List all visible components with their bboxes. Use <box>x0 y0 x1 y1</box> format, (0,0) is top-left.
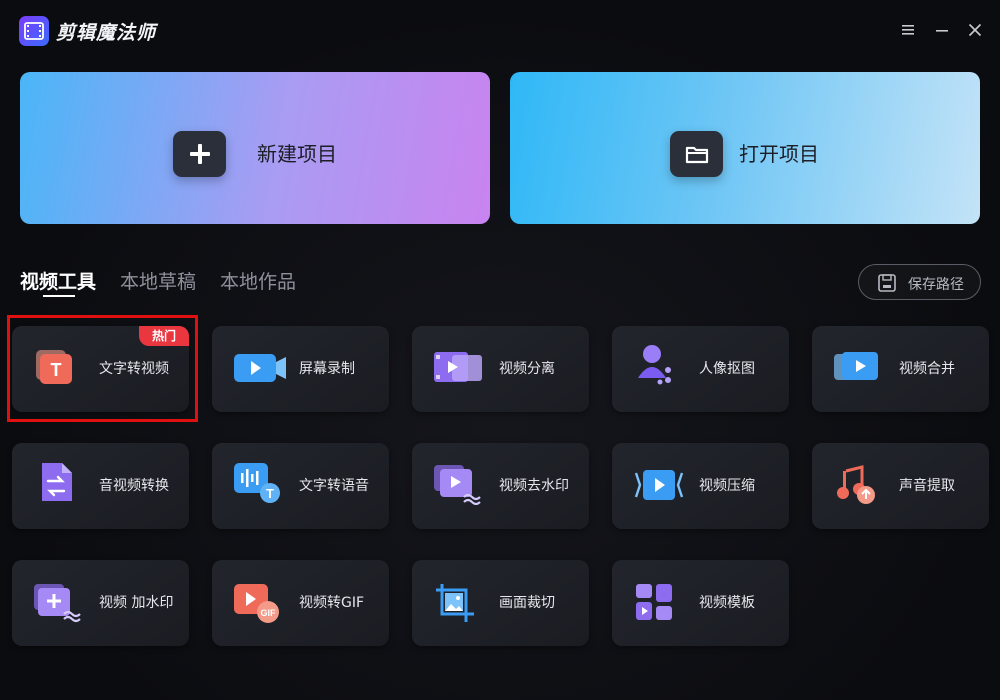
tool-label: 视频分离 <box>499 361 555 377</box>
tool-remove-watermark[interactable]: 视频去水印 <box>412 443 589 529</box>
tab-local-works[interactable]: 本地作品 <box>220 267 296 294</box>
menu-icon[interactable] <box>901 22 917 38</box>
tool-label: 视频压缩 <box>699 478 755 494</box>
app-logo-icon <box>19 16 49 46</box>
text-to-video-icon: T <box>34 348 78 388</box>
save-path-button[interactable]: 保存路径 <box>858 264 981 300</box>
new-project-button[interactable]: 新建项目 <box>20 72 490 224</box>
tool-text-to-speech[interactable]: T 文字转语音 <box>212 443 389 529</box>
tool-video-compress[interactable]: 视频压缩 <box>612 443 789 529</box>
tool-screen-record[interactable]: 屏幕录制 <box>212 326 389 412</box>
plus-icon <box>173 121 226 177</box>
new-project-label: 新建项目 <box>257 142 337 166</box>
video-to-gif-icon: GIF <box>234 582 279 623</box>
tool-video-split[interactable]: 视频分离 <box>412 326 589 412</box>
text-to-speech-icon: T <box>234 463 280 505</box>
active-tab-indicator <box>43 295 75 297</box>
folder-icon <box>670 121 723 177</box>
tool-label: 声音提取 <box>899 478 955 494</box>
tool-label: 音视频转换 <box>99 478 169 494</box>
tool-portrait-cutout[interactable]: 人像抠图 <box>612 326 789 412</box>
video-compress-icon <box>634 465 684 505</box>
av-convert-icon <box>34 463 78 505</box>
save-icon <box>878 274 896 292</box>
tool-video-merge[interactable]: 视频合并 <box>812 326 989 412</box>
tool-audio-extract[interactable]: 声音提取 <box>812 443 989 529</box>
tool-video-to-gif[interactable]: GIF 视频转GIF <box>212 560 389 646</box>
video-split-icon <box>434 348 482 388</box>
tool-text-to-video[interactable]: T 文字转视频 热门 <box>12 326 189 412</box>
tool-label: 视频 加水印 <box>99 595 174 611</box>
tab-video-tools[interactable]: 视频工具 <box>20 267 96 294</box>
tool-label: 视频去水印 <box>499 478 569 494</box>
title-bar: 剪辑魔法师 <box>0 0 1000 60</box>
tool-label: 文字转视频 <box>99 361 169 377</box>
app-window: 剪辑魔法师 新建项目 打开项目 视频工具 本地草稿 本地作品 保存路径 T 文字… <box>0 0 1000 700</box>
screen-record-icon <box>234 348 286 388</box>
add-watermark-icon <box>34 582 81 623</box>
tool-add-watermark[interactable]: 视频 加水印 <box>12 560 189 646</box>
tool-video-template[interactable]: 视频模板 <box>612 560 789 646</box>
tool-label: 视频合并 <box>899 361 955 377</box>
svg-text:T: T <box>51 360 62 380</box>
svg-text:GIF: GIF <box>261 608 277 618</box>
remove-watermark-icon <box>434 465 481 506</box>
crop-icon <box>434 582 478 622</box>
tool-av-convert[interactable]: 音视频转换 <box>12 443 189 529</box>
tool-label: 人像抠图 <box>699 361 755 377</box>
video-template-icon <box>634 582 678 622</box>
portrait-cutout-icon <box>634 345 678 388</box>
open-project-button[interactable]: 打开项目 <box>510 72 980 224</box>
hot-badge: 热门 <box>139 326 189 346</box>
minimize-icon[interactable] <box>935 22 951 38</box>
save-path-label: 保存路径 <box>908 277 964 293</box>
open-project-label: 打开项目 <box>739 142 819 166</box>
audio-extract-icon <box>834 465 878 505</box>
tool-label: 屏幕录制 <box>299 361 355 377</box>
video-merge-icon <box>834 348 878 388</box>
svg-text:T: T <box>266 486 274 501</box>
app-title: 剪辑魔法师 <box>56 22 157 44</box>
tool-label: 文字转语音 <box>299 478 369 494</box>
close-icon[interactable] <box>968 22 984 38</box>
tab-local-drafts[interactable]: 本地草稿 <box>120 267 196 294</box>
tool-crop[interactable]: 画面裁切 <box>412 560 589 646</box>
tool-label: 画面裁切 <box>499 595 555 611</box>
tool-label: 视频转GIF <box>299 595 365 611</box>
tool-label: 视频模板 <box>699 595 755 611</box>
